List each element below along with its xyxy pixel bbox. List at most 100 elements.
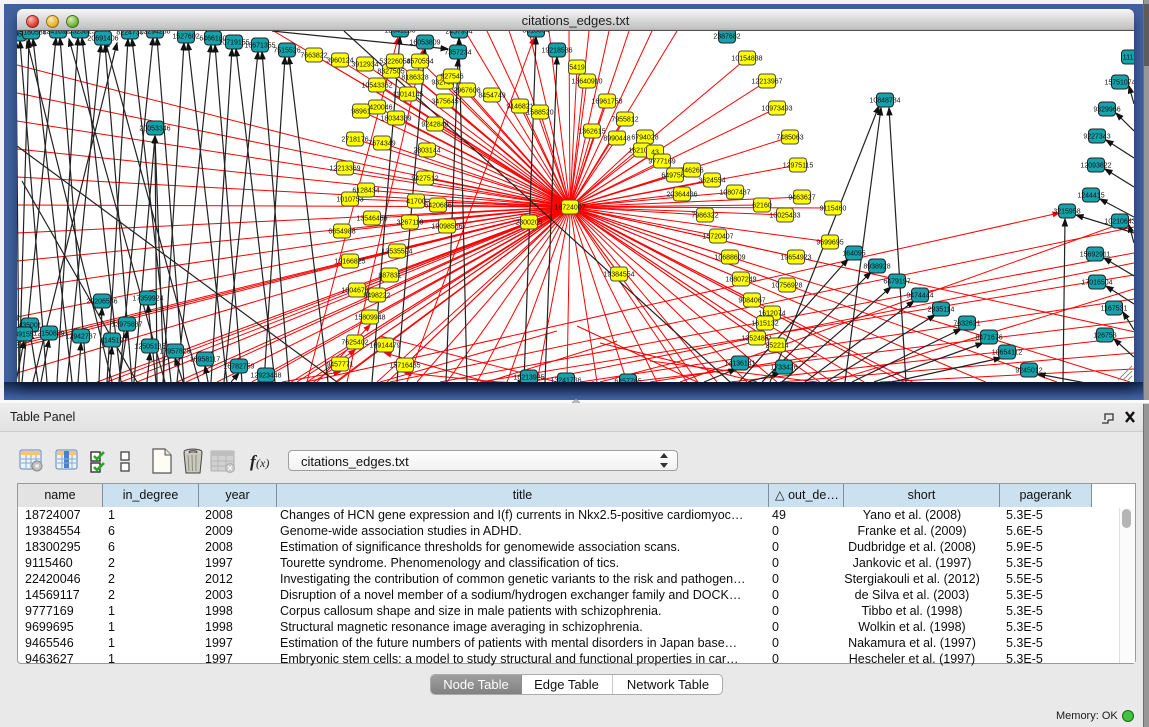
svg-text:8938928: 8938928 (863, 264, 890, 271)
svg-text:10756928: 10756928 (771, 283, 802, 290)
svg-text:16914479: 16914479 (369, 343, 400, 350)
svg-text:19218586: 19218586 (541, 48, 572, 55)
svg-text:16671355: 16671355 (244, 43, 275, 50)
svg-text:13546466: 13546466 (356, 216, 387, 223)
svg-text:8471676: 8471676 (975, 335, 1002, 342)
svg-text:(x): (x) (256, 456, 269, 470)
svg-text:17957825: 17957825 (159, 349, 190, 356)
svg-text:8454749: 8454749 (478, 93, 505, 100)
svg-text:20206536: 20206536 (86, 299, 117, 306)
svg-text:1112: 1112 (1123, 55, 1134, 62)
svg-text:3912934: 3912934 (351, 62, 378, 69)
svg-text:12294238: 12294238 (139, 31, 170, 36)
svg-text:6420686: 6420686 (424, 203, 451, 210)
svg-text:746266: 746266 (680, 168, 703, 175)
svg-text:927546: 927546 (440, 74, 463, 81)
svg-text:18034339: 18034339 (380, 116, 411, 123)
svg-text:15716485: 15716485 (389, 363, 420, 370)
svg-text:12150829: 12150829 (33, 331, 64, 338)
svg-text:10154838: 10154838 (731, 56, 762, 63)
svg-text:39155: 39155 (17, 332, 34, 339)
svg-text:8186328: 8186328 (401, 75, 428, 82)
svg-text:18807249: 18807249 (725, 277, 756, 284)
svg-text:2457954: 2457954 (445, 31, 472, 36)
svg-text:1588520: 1588520 (526, 110, 553, 117)
svg-text:164095: 164095 (842, 251, 865, 258)
svg-text:2803144: 2803144 (413, 148, 440, 155)
svg-text:6479197: 6479197 (883, 279, 910, 286)
svg-text:16053809: 16053809 (409, 40, 440, 47)
svg-text:7955812: 7955812 (611, 117, 638, 124)
svg-text:9329966: 9329966 (1093, 107, 1120, 114)
svg-text:12213967: 12213967 (751, 79, 782, 86)
svg-text:1244415: 1244415 (1077, 193, 1104, 200)
svg-text:9084067: 9084067 (738, 298, 765, 305)
svg-text:2967608: 2967608 (453, 88, 480, 95)
svg-text:1167531: 1167531 (1101, 306, 1128, 313)
svg-text:10807487: 10807487 (719, 190, 750, 197)
svg-text:20364436: 20364436 (666, 192, 697, 199)
svg-text:7674349: 7674349 (368, 141, 395, 148)
svg-text:13640910: 13640910 (571, 79, 602, 86)
svg-text:14136141: 14136141 (724, 361, 755, 368)
svg-text:9115460: 9115460 (820, 206, 847, 213)
svg-text:11014145: 11014145 (393, 92, 424, 99)
svg-text:16961758: 16961758 (591, 99, 622, 106)
svg-text:9463627: 9463627 (788, 195, 815, 202)
svg-text:3624554: 3624554 (698, 178, 725, 185)
svg-text:19654923: 19654923 (780, 255, 811, 262)
svg-text:13975887: 13975887 (111, 322, 142, 329)
svg-text:15751074: 15751074 (1104, 80, 1134, 87)
svg-text:887831: 887831 (378, 273, 401, 280)
svg-text:9245012: 9245012 (1015, 368, 1042, 375)
svg-text:16782759: 16782759 (223, 364, 254, 371)
svg-text:7632621: 7632621 (953, 321, 980, 328)
svg-text:12942737: 12942737 (65, 334, 96, 341)
svg-text:2300205: 2300205 (515, 220, 542, 227)
svg-text:13134457: 13134457 (17, 316, 20, 323)
svg-text:9227343: 9227343 (1083, 134, 1110, 141)
svg-text:2718176: 2718176 (341, 137, 368, 144)
svg-text:6854988: 6854988 (328, 229, 355, 236)
svg-text:7625402: 7625402 (341, 340, 368, 347)
svg-text:6794028: 6794028 (631, 135, 658, 142)
svg-text:19166825: 19166825 (334, 259, 365, 266)
svg-text:6457765: 6457765 (614, 379, 641, 383)
svg-text:10210643: 10210643 (1104, 219, 1134, 226)
svg-text:9699695: 9699695 (816, 240, 843, 247)
svg-text:10973493: 10973493 (761, 106, 792, 113)
svg-text:4570554: 4570554 (406, 59, 433, 66)
svg-text:98961: 98961 (351, 109, 371, 116)
svg-text:9777169: 9777169 (648, 159, 675, 166)
svg-text:13535594: 13535594 (381, 249, 412, 256)
svg-text:3475645: 3475645 (431, 99, 458, 106)
svg-text:2935114: 2935114 (928, 307, 955, 314)
svg-text:9498222: 9498222 (363, 293, 390, 300)
svg-text:3960124: 3960124 (326, 58, 353, 65)
svg-text:12541238: 12541238 (384, 31, 415, 35)
svg-text:20053346: 20053346 (139, 126, 170, 133)
svg-text:62160: 62160 (752, 203, 772, 210)
svg-text:10848784: 10848784 (869, 98, 900, 105)
svg-text:9474444: 9474444 (906, 293, 933, 300)
svg-text:41700: 41700 (406, 199, 426, 206)
svg-text:18724007: 18724007 (554, 205, 585, 212)
svg-text:1362615: 1362615 (578, 129, 605, 136)
svg-text:8990448: 8990448 (603, 136, 630, 143)
svg-text:2387682: 2387682 (713, 34, 740, 41)
svg-text:20691406: 20691406 (87, 36, 118, 43)
svg-text:6128434: 6128434 (352, 188, 379, 195)
svg-text:3267110: 3267110 (397, 220, 424, 227)
svg-text:7515526: 7515526 (273, 48, 300, 55)
svg-text:8813054: 8813054 (522, 31, 549, 35)
svg-text:16213925: 16213925 (513, 375, 544, 382)
svg-text:19098556: 19098556 (431, 224, 462, 231)
svg-text:10025433: 10025433 (769, 213, 800, 220)
svg-text:9427512: 9427512 (411, 176, 438, 183)
svg-text:15692911: 15692911 (1080, 252, 1111, 259)
svg-text:9457771: 9457771 (326, 362, 353, 369)
svg-text:13241736: 13241736 (550, 378, 581, 383)
svg-text:7986322: 7986322 (691, 213, 718, 220)
svg-text:252214: 252214 (765, 343, 788, 350)
svg-text:1615132: 1615132 (751, 321, 778, 328)
